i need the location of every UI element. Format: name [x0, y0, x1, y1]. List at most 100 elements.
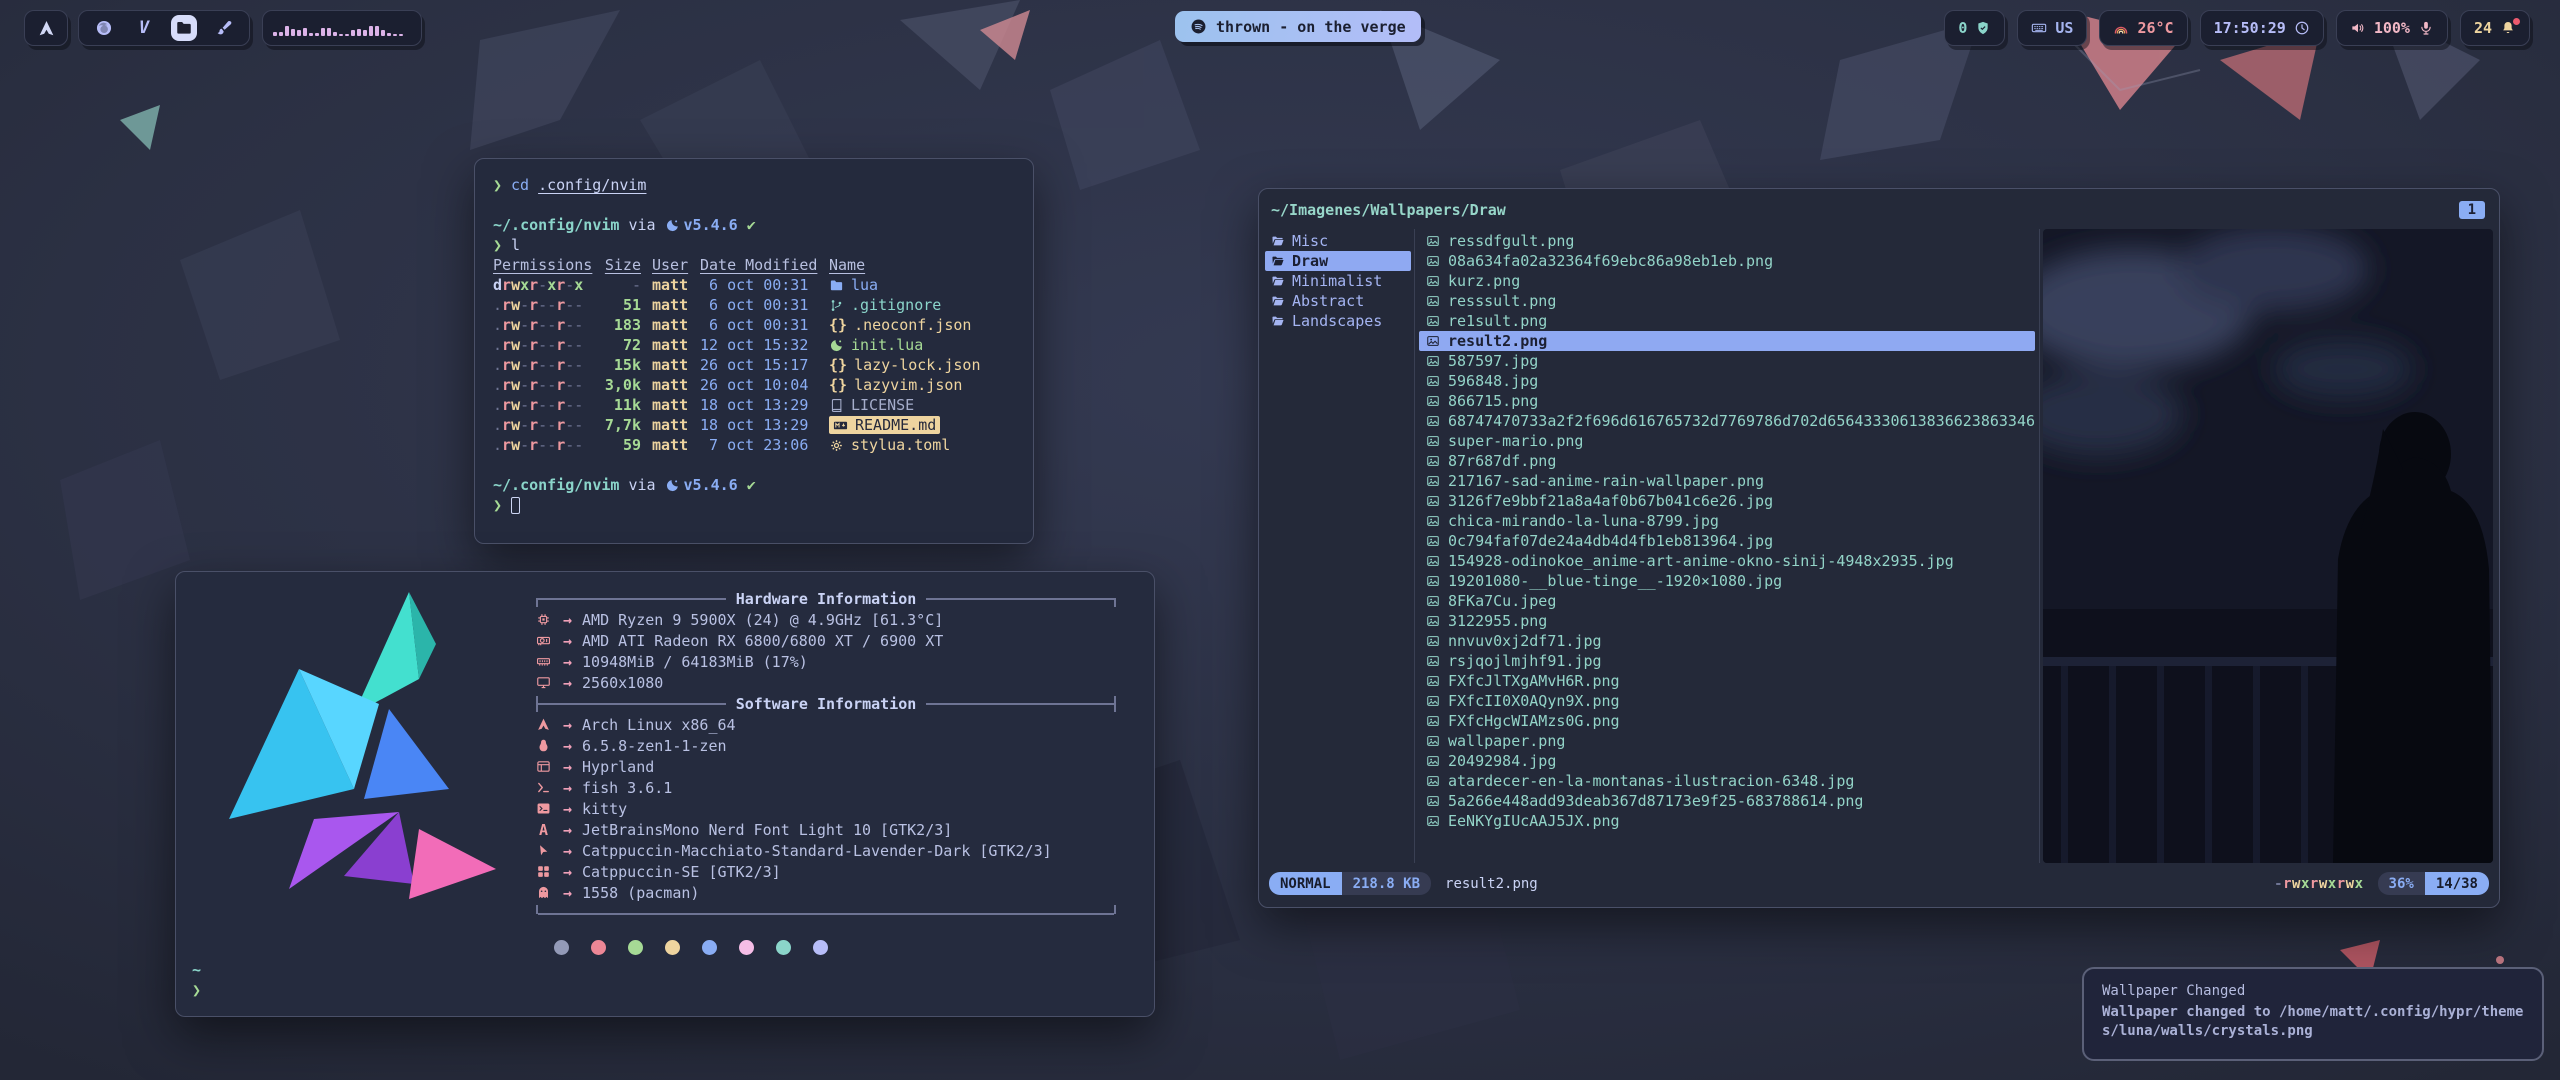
module-keyboard-layout[interactable]: US	[2017, 10, 2087, 46]
panel-separator	[1414, 229, 1415, 863]
fetch-window[interactable]: Hardware Information →AMD Ryzen 9 5900X …	[175, 571, 1155, 1017]
image-icon	[1426, 314, 1440, 328]
image-icon	[1426, 294, 1440, 308]
visualizer-bar	[363, 30, 367, 36]
panel-separator	[2039, 229, 2040, 863]
file-item[interactable]: 3126f7e9bbf21a8a4af0b67b041c6e26.jpg	[1419, 491, 2035, 511]
palette-dot	[665, 940, 680, 955]
rainbow-icon	[2113, 20, 2129, 36]
file-item[interactable]: 87r687df.png	[1419, 451, 2035, 471]
file-item[interactable]: 68747470733a2f2f696d616765732d7769786d70…	[1419, 411, 2035, 431]
module-updates[interactable]: 0	[1944, 10, 2005, 46]
info-text: AMD ATI Radeon RX 6800/6800 XT / 6900 XT	[582, 632, 943, 650]
directory-name: Landscapes	[1292, 312, 1382, 330]
file-item[interactable]: 587597.jpg	[1419, 351, 2035, 371]
file-item[interactable]: 596848.jpg	[1419, 371, 2035, 391]
info-row: A→JetBrainsMono Nerd Font Light 10 [GTK2…	[536, 819, 1116, 840]
visualizer-bar	[387, 33, 391, 36]
file-item[interactable]: super-mario.png	[1419, 431, 2035, 451]
file-item[interactable]: nnvuv0xj2df71.jpg	[1419, 631, 2035, 651]
file-name: 68747470733a2f2f696d616765732d7769786d70…	[1448, 412, 2035, 430]
icons-icon	[536, 864, 551, 879]
terminal-file-row: drwxr-xr-x-matt 6 oct 00:31lua	[493, 275, 1015, 295]
braces-icon: {}	[829, 316, 847, 334]
module-notifications[interactable]: 24	[2460, 10, 2530, 46]
file-item[interactable]: 08a634fa02a32364f69ebc86a98eb1eb.png	[1419, 251, 2035, 271]
directory-item-landscapes[interactable]: Landscapes	[1265, 311, 1411, 331]
file-item[interactable]: FXfcII0X0AQyn9X.png	[1419, 691, 2035, 711]
info-text: Catppuccin-Macchiato-Standard-Lavender-D…	[582, 842, 1052, 860]
file-item[interactable]: result2.png	[1419, 331, 2035, 351]
file-item[interactable]: resssult.png	[1419, 291, 2035, 311]
dock-item-files[interactable]	[171, 15, 197, 41]
tab-badge[interactable]: 1	[2459, 201, 2485, 219]
file-manager-window[interactable]: ~/Imagenes/Wallpapers/Draw 1 MiscDrawMin…	[1258, 188, 2500, 908]
dock-item-firefox[interactable]	[91, 15, 117, 41]
file-item[interactable]: EeNKYgIUcAAJ5JX.png	[1419, 811, 2035, 831]
palette-dot	[591, 940, 606, 955]
terminal-window[interactable]: ❯cd.config/nvim ~/.config/nvimviav5.4.6✔…	[474, 158, 1034, 544]
file-item[interactable]: kurz.png	[1419, 271, 2035, 291]
mic-icon	[2418, 20, 2434, 36]
visualizer-bar	[381, 30, 385, 36]
terminal-prompt-line[interactable]: ❯	[493, 495, 1015, 515]
info-text: 10948MiB / 64183MiB (17%)	[582, 653, 808, 671]
image-icon	[1426, 794, 1440, 808]
file-item[interactable]: FXfcHgcWIAMzs0G.png	[1419, 711, 2035, 731]
file-item[interactable]: 19201080-__blue-tinge__-1920×1080.jpg	[1419, 571, 2035, 591]
terminal-file-list: drwxr-xr-x-matt 6 oct 00:31lua .rw-r--r--…	[493, 275, 1015, 455]
dock-item-vim[interactable]: V	[131, 15, 157, 41]
file-item[interactable]: ressdfgult.png	[1419, 231, 2035, 251]
file-list-header: PermissionsSizeUserDate ModifiedName	[493, 255, 1015, 275]
notification-toast[interactable]: Wallpaper Changed Wallpaper changed to /…	[2082, 967, 2544, 1061]
terminal-color-palette	[554, 940, 1116, 955]
directory-name: Misc	[1292, 232, 1328, 250]
file-item[interactable]: chica-mirando-la-luna-8799.jpg	[1419, 511, 2035, 531]
app-dock: V	[78, 10, 250, 46]
file-item[interactable]: 8FKa7Cu.jpeg	[1419, 591, 2035, 611]
image-preview-pane	[2043, 229, 2493, 863]
info-text: JetBrainsMono Nerd Font Light 10 [GTK2/3…	[582, 821, 952, 839]
directory-item-misc[interactable]: Misc	[1265, 231, 1411, 251]
module-audio[interactable]: 100%	[2336, 10, 2448, 46]
folder-icon	[175, 19, 193, 37]
fetch-shell-prompt[interactable]: ~ ❯	[192, 960, 210, 1000]
media-player-pill[interactable]: thrown - on the verge	[1175, 11, 1421, 42]
terminal-file-row: .rw-r--r--59matt 7 oct 23:06stylua.toml	[493, 435, 1015, 455]
file-item[interactable]: 5a266e448add93deab367d87173e9f25-6837886…	[1419, 791, 2035, 811]
launcher-button[interactable]	[24, 10, 68, 46]
directory-item-abstract[interactable]: Abstract	[1265, 291, 1411, 311]
directory-name: Abstract	[1292, 292, 1364, 310]
directory-item-minimalist[interactable]: Minimalist	[1265, 271, 1411, 291]
file-item[interactable]: 20492984.jpg	[1419, 751, 2035, 771]
file-item[interactable]: 866715.png	[1419, 391, 2035, 411]
file-item[interactable]: 0c794faf07de24a4db4d4fb1eb813964.jpg	[1419, 531, 2035, 551]
file-item[interactable]: atardecer-en-la-montanas-ilustracion-634…	[1419, 771, 2035, 791]
file-item[interactable]: re1sult.png	[1419, 311, 2035, 331]
image-icon	[1426, 274, 1440, 288]
file-item[interactable]: 217167-sad-anime-rain-wallpaper.png	[1419, 471, 2035, 491]
shield-icon	[1975, 20, 1991, 36]
file-item[interactable]: 154928-odinokoe_anime-art-anime-okno-sin…	[1419, 551, 2035, 571]
file-item[interactable]: rsjqojlmjhf91.jpg	[1419, 651, 2035, 671]
status-modules: 0 US 26°C 17:50:29 100% 24	[1944, 0, 2530, 56]
info-row: →2560x1080	[536, 672, 1116, 693]
directory-item-draw[interactable]: Draw	[1265, 251, 1411, 271]
dock-item-paint[interactable]	[211, 15, 237, 41]
shell-context-line: ~/.config/nvimviav5.4.6✔	[493, 475, 1015, 495]
module-clock[interactable]: 17:50:29	[2200, 10, 2324, 46]
arch-logo-icon	[37, 19, 56, 38]
palette-dot	[628, 940, 643, 955]
module-weather[interactable]: 26°C	[2099, 10, 2187, 46]
file-item[interactable]: 3122955.png	[1419, 611, 2035, 631]
file-item[interactable]: wallpaper.png	[1419, 731, 2035, 751]
shell-context-line: ~/.config/nvimviav5.4.6✔	[493, 215, 1015, 235]
status-bar: NORMAL 218.8 KB result2.png -rwxrwxrwx 3…	[1269, 872, 2489, 895]
file-item[interactable]: FXfcJlTXgAMvH6R.png	[1419, 671, 2035, 691]
terminal-file-row: .rw-r--r--183matt 6 oct 00:31{}.neoconf.…	[493, 315, 1015, 335]
visualizer-bar	[351, 30, 355, 36]
visualizer-bar	[369, 26, 373, 36]
selected-file-name: result2.png	[1445, 876, 1538, 892]
module-text: 26°C	[2137, 19, 2173, 37]
info-text: 1558 (pacman)	[582, 884, 699, 902]
